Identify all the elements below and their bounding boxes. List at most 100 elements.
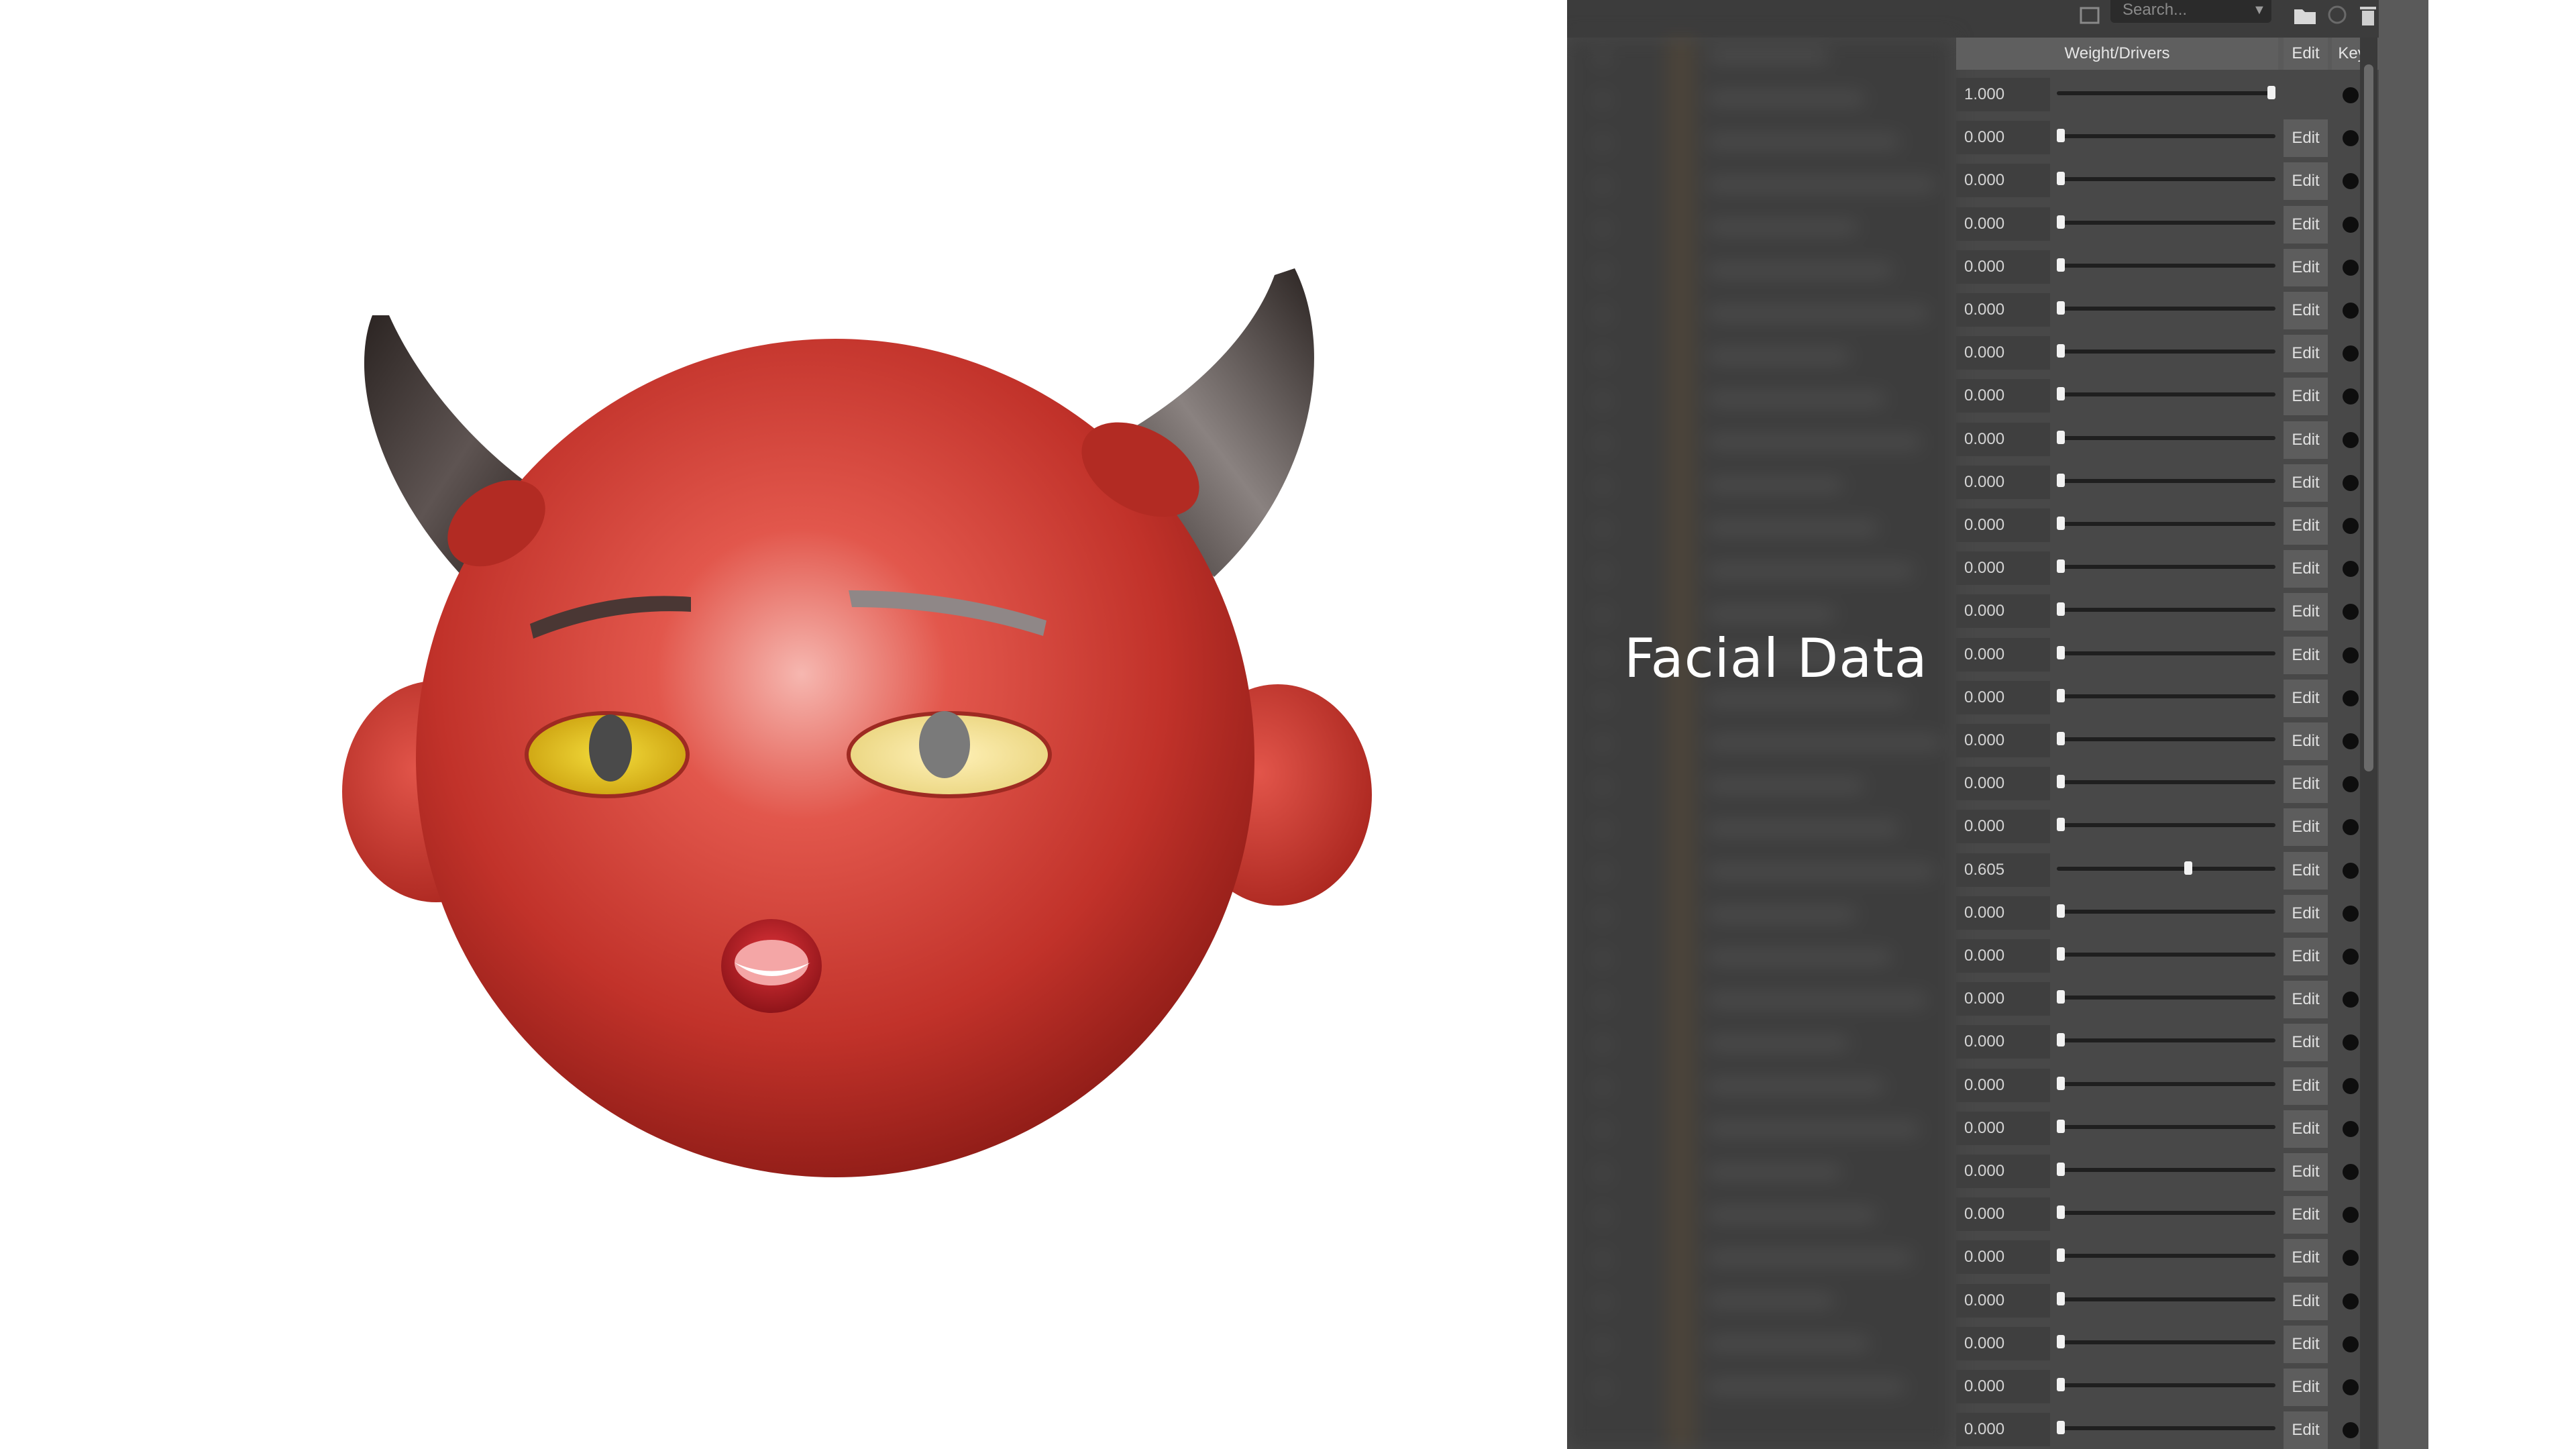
keyframe-dot-icon[interactable] bbox=[2343, 905, 2359, 922]
weight-slider[interactable] bbox=[2057, 1163, 2275, 1176]
slider-thumb[interactable] bbox=[2057, 1378, 2065, 1391]
frame-icon[interactable] bbox=[2077, 3, 2104, 27]
slider-thumb[interactable] bbox=[2057, 344, 2065, 358]
edit-button[interactable]: Edit bbox=[2284, 1110, 2328, 1148]
weight-slider[interactable] bbox=[2057, 473, 2275, 487]
weight-value-field[interactable]: 0.000 bbox=[1956, 1197, 2050, 1232]
edit-button[interactable]: Edit bbox=[2284, 1282, 2328, 1320]
weight-slider[interactable] bbox=[2057, 387, 2275, 401]
keyframe-dot-icon[interactable] bbox=[2343, 604, 2359, 621]
edit-button[interactable]: Edit bbox=[2284, 335, 2328, 373]
edit-button[interactable]: Edit bbox=[2284, 119, 2328, 158]
slider-thumb[interactable] bbox=[2057, 688, 2065, 702]
slider-thumb[interactable] bbox=[2057, 1163, 2065, 1176]
slider-thumb[interactable] bbox=[2057, 129, 2065, 143]
edit-button[interactable]: Edit bbox=[2284, 464, 2328, 502]
slider-thumb[interactable] bbox=[2057, 215, 2065, 229]
weight-value-field[interactable]: 0.000 bbox=[1956, 594, 2050, 629]
slider-thumb[interactable] bbox=[2057, 258, 2065, 272]
weight-value-field[interactable]: 0.000 bbox=[1956, 1413, 2050, 1447]
slider-thumb[interactable] bbox=[2057, 1421, 2065, 1435]
slider-thumb[interactable] bbox=[2057, 1334, 2065, 1348]
new-folder-icon[interactable] bbox=[2292, 3, 2320, 27]
edit-button[interactable]: Edit bbox=[2284, 722, 2328, 760]
edit-button[interactable]: Edit bbox=[2284, 851, 2328, 890]
weight-slider[interactable] bbox=[2057, 775, 2275, 789]
slider-thumb[interactable] bbox=[2057, 904, 2065, 918]
weight-slider[interactable] bbox=[2057, 1033, 2275, 1047]
edit-button[interactable]: Edit bbox=[2284, 938, 2328, 975]
weight-slider[interactable] bbox=[2057, 1378, 2275, 1391]
keyframe-dot-icon[interactable] bbox=[2343, 1164, 2359, 1180]
refresh-icon[interactable] bbox=[2325, 3, 2349, 27]
edit-button[interactable]: Edit bbox=[2284, 292, 2328, 329]
slider-thumb[interactable] bbox=[2057, 1248, 2065, 1263]
edit-button[interactable]: Edit bbox=[2284, 765, 2328, 804]
slider-thumb[interactable] bbox=[2057, 301, 2065, 315]
slider-thumb[interactable] bbox=[2184, 861, 2192, 875]
weight-value-field[interactable]: 0.000 bbox=[1956, 1370, 2050, 1403]
slider-thumb[interactable] bbox=[2057, 517, 2065, 530]
weight-value-field[interactable]: 0.000 bbox=[1956, 121, 2050, 155]
weight-value-field[interactable]: 0.000 bbox=[1956, 164, 2050, 198]
slider-thumb[interactable] bbox=[2057, 775, 2065, 789]
edit-button[interactable]: Edit bbox=[2284, 1024, 2328, 1062]
edit-button[interactable]: Edit bbox=[2284, 1325, 2328, 1363]
slider-thumb[interactable] bbox=[2057, 430, 2065, 444]
edit-header[interactable]: Edit bbox=[2284, 38, 2328, 70]
weight-slider[interactable] bbox=[2057, 430, 2275, 444]
keyframe-dot-icon[interactable] bbox=[2343, 130, 2359, 147]
keyframe-dot-icon[interactable] bbox=[2343, 561, 2359, 578]
edit-button[interactable]: Edit bbox=[2284, 894, 2328, 932]
slider-thumb[interactable] bbox=[2057, 602, 2065, 616]
keyframe-dot-icon[interactable] bbox=[2343, 776, 2359, 793]
keyframe-dot-icon[interactable] bbox=[2343, 303, 2359, 319]
weight-value-field[interactable]: 0.000 bbox=[1956, 767, 2050, 801]
weight-slider[interactable] bbox=[2057, 861, 2275, 875]
slider-thumb[interactable] bbox=[2057, 473, 2065, 487]
keyframe-dot-icon[interactable] bbox=[2343, 819, 2359, 836]
search-input[interactable]: Search... bbox=[2110, 0, 2271, 23]
weight-slider[interactable] bbox=[2057, 688, 2275, 702]
weight-value-field[interactable]: 0.000 bbox=[1956, 680, 2050, 714]
keyframe-dot-icon[interactable] bbox=[2343, 1250, 2359, 1267]
weight-value-field[interactable]: 0.000 bbox=[1956, 508, 2050, 542]
edit-button[interactable]: Edit bbox=[2284, 1368, 2328, 1406]
slider-thumb[interactable] bbox=[2057, 559, 2065, 574]
edit-button[interactable]: Edit bbox=[2284, 550, 2328, 588]
weight-value-field[interactable]: 0.000 bbox=[1956, 1068, 2050, 1102]
slider-thumb[interactable] bbox=[2267, 86, 2275, 99]
edit-button[interactable]: Edit bbox=[2284, 378, 2328, 416]
weight-slider[interactable] bbox=[2057, 1421, 2275, 1435]
keyframe-dot-icon[interactable] bbox=[2343, 388, 2359, 405]
weight-value-field[interactable]: 0.000 bbox=[1956, 379, 2050, 413]
edit-button[interactable]: Edit bbox=[2284, 1239, 2328, 1277]
slider-thumb[interactable] bbox=[2057, 990, 2065, 1004]
edit-button[interactable]: Edit bbox=[2284, 679, 2328, 717]
edit-button[interactable]: Edit bbox=[2284, 1153, 2328, 1191]
chevron-down-icon[interactable]: ▼ bbox=[2253, 3, 2266, 18]
weight-value-field[interactable]: 0.000 bbox=[1956, 465, 2050, 499]
keyframe-dot-icon[interactable] bbox=[2343, 216, 2359, 233]
keyframe-dot-icon[interactable] bbox=[2343, 690, 2359, 706]
weight-slider[interactable] bbox=[2057, 1334, 2275, 1348]
weight-slider[interactable] bbox=[2057, 732, 2275, 745]
weight-drivers-header[interactable]: Weight/Drivers bbox=[1956, 38, 2278, 70]
weight-value-field[interactable]: 0.000 bbox=[1956, 293, 2050, 327]
weight-slider[interactable] bbox=[2057, 301, 2275, 315]
edit-button[interactable]: Edit bbox=[2284, 162, 2328, 201]
edit-button[interactable]: Edit bbox=[2284, 507, 2328, 545]
slider-thumb[interactable] bbox=[2057, 732, 2065, 745]
slider-thumb[interactable] bbox=[2057, 387, 2065, 401]
keyframe-dot-icon[interactable] bbox=[2343, 173, 2359, 190]
weight-value-field[interactable]: 0.000 bbox=[1956, 422, 2050, 456]
edit-button[interactable]: Edit bbox=[2284, 1196, 2328, 1234]
edit-button[interactable]: Edit bbox=[2284, 593, 2328, 631]
weight-value-field[interactable]: 1.000 bbox=[1956, 78, 2050, 111]
weight-value-field[interactable]: 0.000 bbox=[1956, 896, 2050, 930]
weight-value-field[interactable]: 0.000 bbox=[1956, 551, 2050, 586]
keyframe-dot-icon[interactable] bbox=[2343, 949, 2359, 965]
keyframe-dot-icon[interactable] bbox=[2343, 1293, 2359, 1309]
keyframe-dot-icon[interactable] bbox=[2343, 1207, 2359, 1224]
weight-value-field[interactable]: 0.000 bbox=[1956, 1326, 2050, 1360]
